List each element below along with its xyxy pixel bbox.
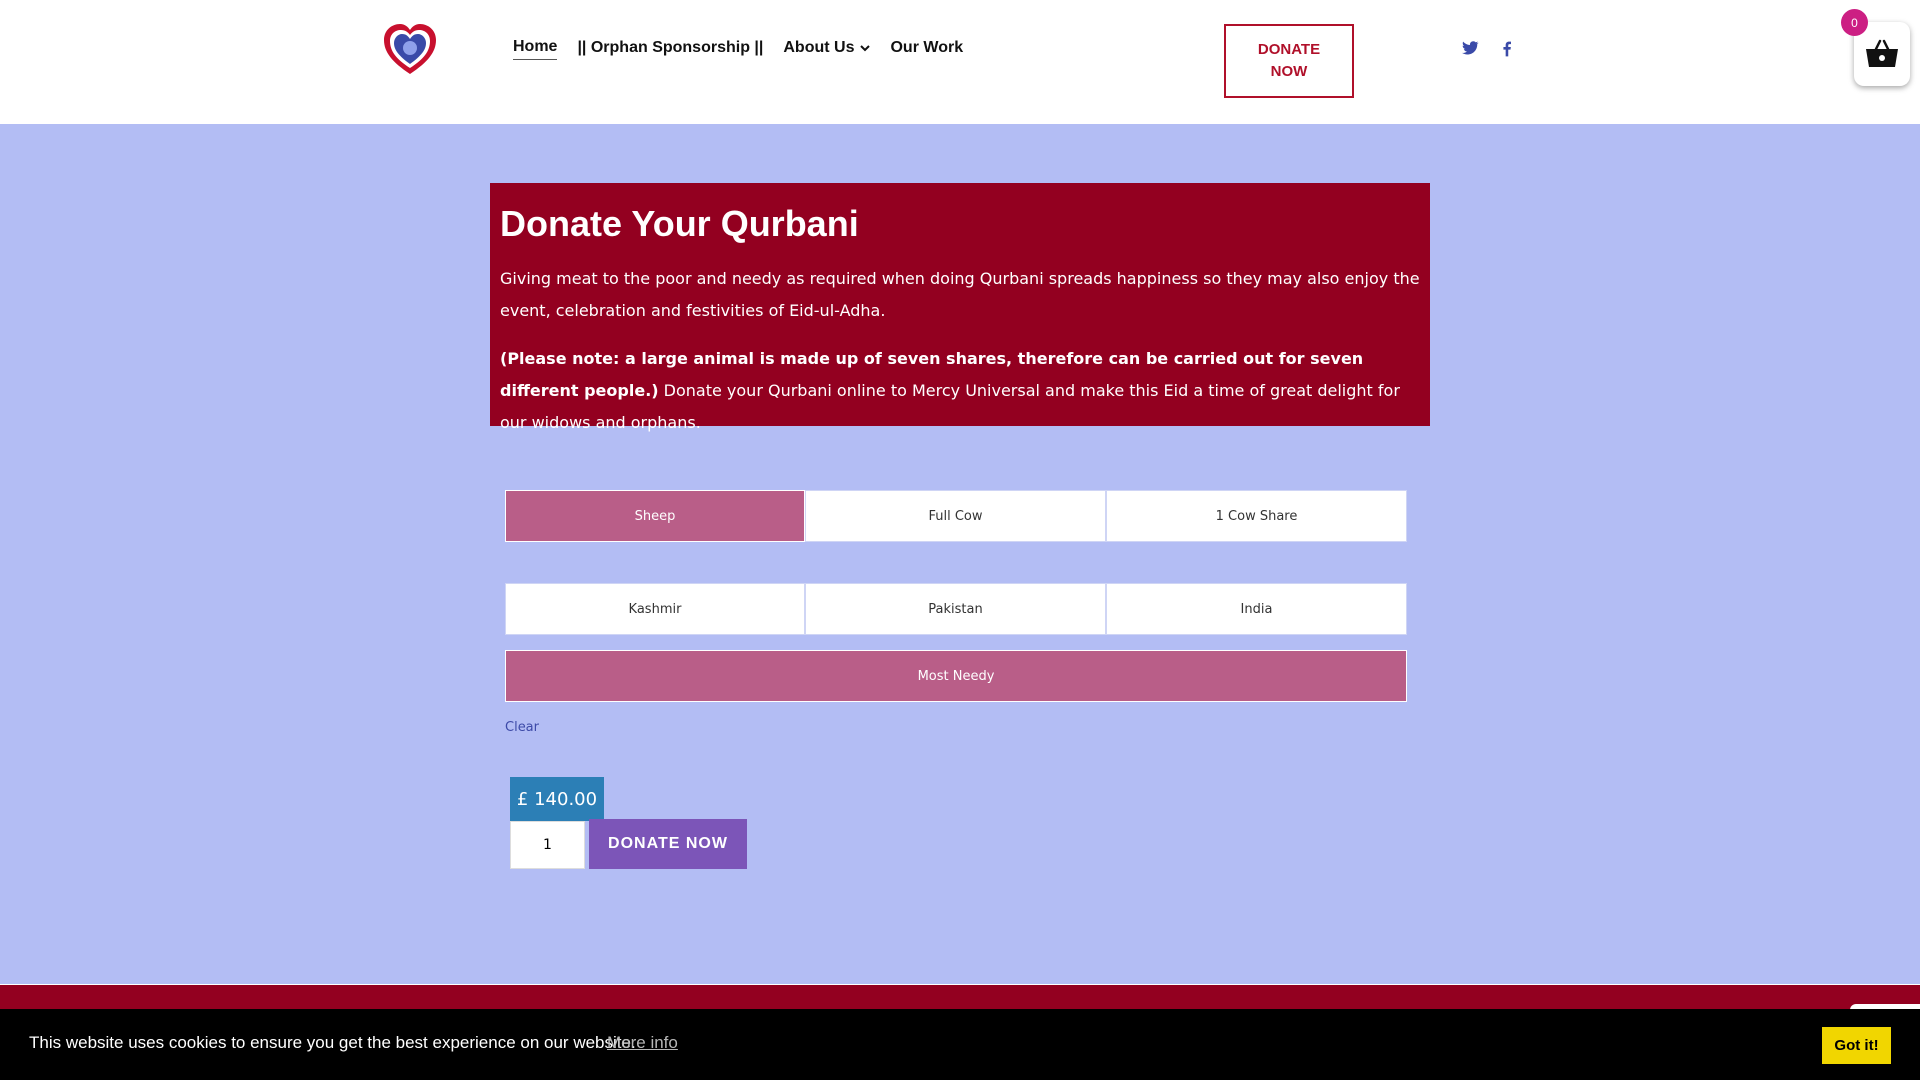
nav-orphan-sponsorship-label: || Orphan Sponsorship || [577,38,764,56]
option-full-cow-label: Full Cow [928,508,983,524]
option-sheep[interactable]: Sheep [505,490,805,542]
cookie-more-info-link[interactable]: More info [607,1033,678,1053]
heart-logo-icon [384,24,436,74]
facebook-icon[interactable] [1497,38,1517,58]
option-india-label: India [1240,601,1273,617]
footer-strip [0,984,1920,1011]
header-donate-button[interactable]: DONATE NOW [1224,24,1354,98]
option-sheep-label: Sheep [634,508,676,524]
site-header: Home || Orphan Sponsorship || About Us O… [0,0,1920,124]
basket-icon [1866,39,1898,67]
header-donate-label: DONATE NOW [1257,41,1321,80]
nav-home[interactable]: Home [513,38,558,60]
option-cow-share-label: 1 Cow Share [1215,508,1298,524]
intro-paragraph: Giving meat to the poor and needy as req… [500,269,1420,320]
cart-count-badge: 0 [1841,9,1868,36]
site-logo[interactable] [382,22,438,78]
option-kashmir[interactable]: Kashmir [505,583,805,635]
option-kashmir-label: Kashmir [628,601,682,617]
nav-our-work[interactable]: Our Work [890,39,963,60]
option-most-needy[interactable]: Most Needy [505,650,1407,702]
nav-about-us-label: About Us [783,38,855,56]
cart-count: 0 [1851,15,1858,30]
option-most-needy-label: Most Needy [917,668,995,684]
cookie-accept-label: Got it! [1834,1037,1879,1054]
nav-about-us[interactable]: About Us [783,38,871,60]
main-nav: Home || Orphan Sponsorship || About Us O… [513,38,963,60]
price-value: £ 140.00 [516,788,598,810]
option-pakistan[interactable]: Pakistan [805,583,1106,635]
cookie-message: This website uses cookies to ensure you … [29,1033,636,1052]
quantity-input[interactable] [510,821,585,869]
donate-now-label: DONATE NOW [608,835,728,852]
note-paragraph: (Please note: a large animal is made up … [500,343,1420,439]
nav-home-label: Home [513,38,558,55]
option-cow-share[interactable]: 1 Cow Share [1106,490,1407,542]
nav-orphan-sponsorship[interactable]: || Orphan Sponsorship || [577,39,763,60]
chevron-down-icon [860,44,871,51]
twitter-icon[interactable] [1460,38,1480,58]
donate-now-button[interactable]: DONATE NOW [589,819,747,869]
qurbani-intro-box: Donate Your Qurbani Giving meat to the p… [490,183,1430,432]
nav-our-work-label: Our Work [890,38,964,56]
option-india[interactable]: India [1106,583,1407,635]
clear-selection-link[interactable]: Clear [505,720,539,735]
page-title: Donate Your Qurbani [500,203,859,244]
cookie-accept-button[interactable]: Got it! [1822,1027,1891,1064]
option-full-cow[interactable]: Full Cow [805,490,1106,542]
price-display: £ 140.00 [510,777,604,821]
cookie-banner: This website uses cookies to ensure you … [0,1009,1920,1080]
option-pakistan-label: Pakistan [928,601,983,617]
